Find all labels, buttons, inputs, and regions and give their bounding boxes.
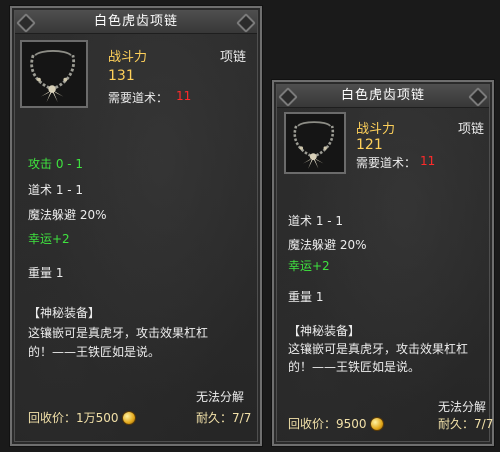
durability: 耐久：7/7 <box>196 409 251 426</box>
durability-label: 耐久： <box>196 411 233 425</box>
stat-luck: 幸运+2 <box>288 259 330 273</box>
recycle-label: 回收价： <box>288 417 337 431</box>
item-type: 项链 <box>458 122 485 137</box>
stat-weight: 重量 1 <box>288 290 324 304</box>
description-line-1: 这镶嵌可是真虎牙，攻击效果杠杠 <box>288 342 469 356</box>
item-icon-frame <box>20 40 88 108</box>
durability-value: 7/7 <box>232 411 252 425</box>
power-label: 战斗力 <box>108 50 148 65</box>
item-tooltip-compare: 白色虎齿项链 战斗力 项链 121 需要道术： 11 道术 1 - 1 魔法躲避… <box>272 80 494 446</box>
description-line-2: 的！——王铁匠如是说。 <box>288 360 421 374</box>
power-value: 131 <box>108 68 135 84</box>
requirement-label: 需要道术： <box>356 156 417 170</box>
description-line-2: 的！——王铁匠如是说。 <box>28 345 161 359</box>
stat-magic-dodge: 魔法躲避 20% <box>28 208 107 222</box>
recycle-label: 回收价： <box>28 411 77 425</box>
description-title: 【神秘装备】 <box>288 324 361 338</box>
undecomposable-label: 无法分解 <box>438 400 487 414</box>
tooltip-title: 白色虎齿项链 <box>277 85 489 108</box>
durability-label: 耐久： <box>438 417 475 431</box>
recycle-value: 1万500 <box>76 411 119 425</box>
stat-taoism: 道术 1 - 1 <box>288 214 344 228</box>
stat-taoism: 道术 1 - 1 <box>28 183 84 197</box>
recycle-value: 9500 <box>336 417 367 431</box>
description-title: 【神秘装备】 <box>28 306 101 320</box>
tiger-tooth-necklace-icon <box>22 42 86 106</box>
stat-magic-dodge: 魔法躲避 20% <box>288 238 367 252</box>
tooltip-title: 白色虎齿项链 <box>15 11 257 34</box>
gold-coin-icon <box>370 418 383 430</box>
power-label: 战斗力 <box>356 122 396 137</box>
stat-attack: 攻击 0 - 1 <box>28 157 84 171</box>
durability-value: 7/7 <box>474 417 494 431</box>
stat-weight: 重量 1 <box>28 266 64 280</box>
recycle-price: 回收价：1万500 <box>28 409 135 426</box>
requirement-label: 需要道术： <box>108 91 169 105</box>
item-tooltip-equipped: 白色虎齿项链 战斗力 项链 131 需要道术： 11 攻击 0 - 1 道术 1… <box>10 6 262 446</box>
item-type: 项链 <box>220 50 247 65</box>
stat-luck: 幸运+2 <box>28 232 70 246</box>
requirement-value: 11 <box>420 154 436 168</box>
tiger-tooth-necklace-icon <box>286 114 344 172</box>
durability: 耐久：7/7 <box>438 415 493 432</box>
gold-coin-icon <box>122 412 135 424</box>
description-line-1: 这镶嵌可是真虎牙，攻击效果杠杠 <box>28 326 209 340</box>
power-value: 121 <box>356 137 383 153</box>
undecomposable-label: 无法分解 <box>196 390 245 404</box>
recycle-price: 回收价：9500 <box>288 415 383 432</box>
item-icon-frame <box>284 112 346 174</box>
requirement-value: 11 <box>176 89 192 103</box>
